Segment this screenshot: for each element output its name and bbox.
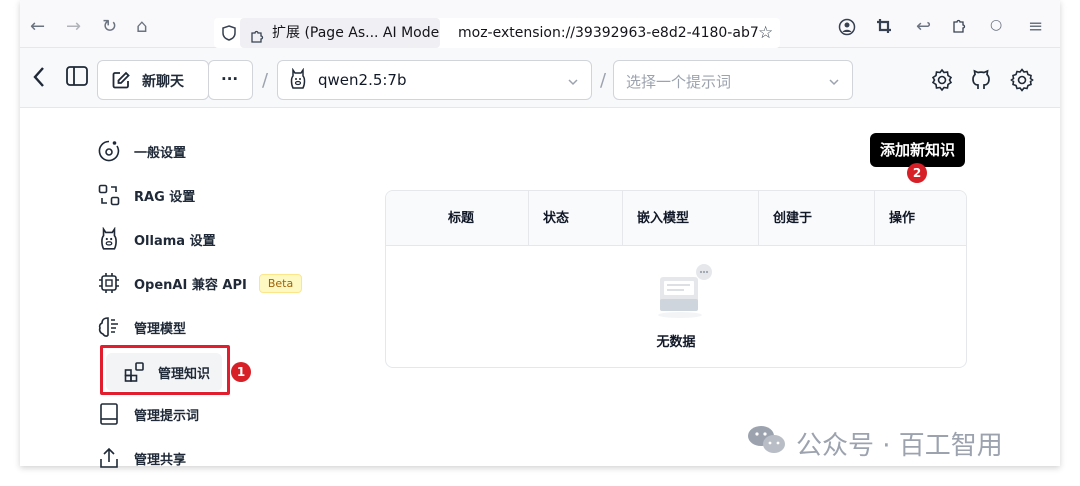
- watermark: 公众号 · 百工智用: [746, 423, 1003, 464]
- chevron-down-icon: [567, 73, 579, 92]
- bookmark-star-icon[interactable]: ☆: [758, 23, 773, 43]
- sidebar-item-label: 管理模型: [134, 321, 187, 337]
- more-dots-label: ···: [221, 70, 239, 88]
- back-chevron-icon[interactable]: [32, 66, 46, 92]
- shield-icon[interactable]: [222, 25, 236, 45]
- brain-settings-icon[interactable]: [930, 68, 954, 96]
- sidebar-toggle-icon[interactable]: [66, 66, 88, 90]
- reload-icon[interactable]: ↻: [102, 18, 117, 36]
- share-arrow-icon[interactable]: ↩: [916, 18, 931, 36]
- extension-tab-title: 扩展 (Page As... AI Models): [272, 25, 440, 41]
- model-value: qwen2.5:7b: [318, 71, 407, 89]
- chat-bubble-icon[interactable]: ○: [990, 18, 1002, 32]
- sidebar-item-label: 管理提示词: [134, 408, 200, 424]
- crop-icon[interactable]: [876, 18, 892, 38]
- share-upload-icon: [96, 445, 122, 471]
- github-icon[interactable]: [970, 68, 992, 96]
- sidebar-item-label: RAG 设置: [134, 189, 196, 205]
- wechat-icon: [746, 423, 788, 464]
- column-header-created: 创建于: [773, 211, 813, 226]
- knowledge-table: 标题 状态 嵌入模型 创建于 操作 无数据: [385, 190, 967, 368]
- sidebar-item-label: 管理共享: [134, 452, 187, 468]
- more-options-button[interactable]: ···: [208, 60, 253, 100]
- new-chat-label: 新聊天: [142, 74, 184, 90]
- empty-state-text: 无数据: [656, 335, 696, 350]
- sidebar-item-label: 一般设置: [134, 145, 187, 161]
- column-header-actions: 操作: [889, 211, 916, 226]
- url-text[interactable]: moz-extension://39392963-e8d2-4180-ab79: [458, 18, 758, 48]
- sidebar-item-models[interactable]: 管理模型: [96, 310, 186, 344]
- table-header: 标题 状态 嵌入模型 创建于 操作: [386, 191, 966, 246]
- sidebar-item-label: Ollama 设置: [134, 233, 216, 249]
- puzzle-icon: [250, 25, 265, 48]
- llama-icon: [96, 226, 122, 252]
- prompt-placeholder: 选择一个提示词: [626, 73, 732, 91]
- cpu-chip-icon: [96, 270, 122, 296]
- watermark-text: 公众号 · 百工智用: [796, 431, 1003, 461]
- browser-toolbar: ← → ↻ ⌂ 扩展 (Page As... AI Models) moz-ex…: [20, 0, 1060, 48]
- url-bar[interactable]: 扩展 (Page As... AI Models) moz-extension:…: [214, 18, 780, 48]
- extension-identity-pill[interactable]: 扩展 (Page As... AI Models): [240, 18, 440, 48]
- brain-icon: [96, 314, 122, 340]
- column-header-status: 状态: [543, 211, 570, 226]
- sidebar-item-label: OpenAI 兼容 API: [134, 277, 247, 293]
- account-icon[interactable]: [838, 18, 856, 40]
- highlight-box: [100, 345, 230, 395]
- step-2-badge: 2: [907, 163, 927, 183]
- beta-badge: Beta: [258, 273, 303, 293]
- sidebar-item-sharing[interactable]: 管理共享: [96, 441, 186, 475]
- extensions-icon[interactable]: [952, 18, 968, 38]
- sidebar-item-rag[interactable]: RAG 设置: [96, 178, 195, 212]
- prompt-select[interactable]: 选择一个提示词: [613, 60, 853, 100]
- sidebar-item-openai-api[interactable]: OpenAI 兼容 API Beta: [96, 266, 303, 300]
- divider-slash: /: [262, 70, 269, 91]
- back-arrow-icon[interactable]: ←: [30, 18, 45, 36]
- gear-icon[interactable]: [1010, 68, 1034, 96]
- new-chat-button[interactable]: 新聊天: [97, 60, 209, 100]
- forward-arrow-icon[interactable]: →: [66, 18, 81, 36]
- app-toolbar: 新聊天 ··· / qwen2.5:7b / 选择一个提示词: [20, 48, 1060, 108]
- book-icon: [96, 401, 122, 427]
- divider-slash: /: [600, 70, 607, 91]
- step-1-badge: 1: [231, 362, 251, 382]
- column-header-title: 标题: [448, 211, 475, 226]
- sidebar-item-prompts[interactable]: 管理提示词: [96, 397, 199, 431]
- orbit-icon: [96, 138, 122, 164]
- menu-icon[interactable]: ≡: [1028, 18, 1043, 36]
- column-header-embed-model: 嵌入模型: [637, 211, 690, 226]
- llama-icon: [289, 67, 307, 94]
- sidebar-item-ollama[interactable]: Ollama 设置: [96, 222, 216, 256]
- empty-inbox-icon: [650, 263, 714, 323]
- add-knowledge-button[interactable]: 添加新知识: [870, 133, 966, 167]
- edit-icon: [112, 71, 130, 93]
- chevron-down-icon: [828, 73, 840, 92]
- model-select[interactable]: qwen2.5:7b: [277, 60, 592, 100]
- sidebar-item-general[interactable]: 一般设置: [96, 134, 186, 168]
- home-icon[interactable]: ⌂: [136, 18, 147, 36]
- rag-network-icon: [96, 182, 122, 208]
